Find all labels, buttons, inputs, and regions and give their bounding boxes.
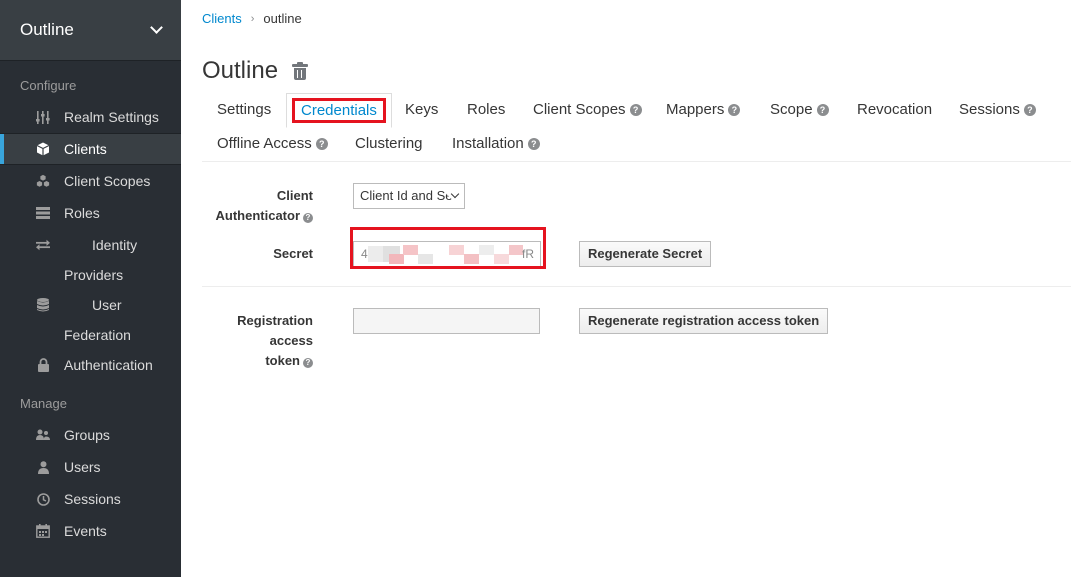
breadcrumb: Clients › outline — [202, 11, 302, 26]
help-icon[interactable]: ? — [527, 138, 540, 150]
clock-icon — [36, 492, 50, 506]
sidebar-item-client-scopes[interactable]: Client Scopes — [0, 165, 181, 197]
help-icon[interactable]: ? — [728, 104, 741, 116]
sidebar-item-users[interactable]: Users — [0, 451, 181, 483]
sliders-icon — [36, 110, 50, 124]
sidebar-item-sessions[interactable]: Sessions — [0, 483, 181, 515]
sidebar-item-label: Client Scopes — [64, 173, 151, 189]
sidebar-item-events[interactable]: Events — [0, 515, 181, 547]
chevron-down-icon — [150, 21, 163, 34]
sidebar-item-label: Authentication — [64, 357, 153, 373]
divider — [202, 286, 1071, 287]
realm-selector[interactable]: Outline — [0, 0, 181, 61]
tab-offline-access[interactable]: Offline Access? — [202, 127, 343, 161]
calendar-icon — [36, 524, 50, 538]
page-title: Outline — [202, 57, 279, 84]
help-icon[interactable]: ? — [303, 358, 313, 368]
help-icon[interactable]: ? — [1023, 104, 1036, 116]
regenerate-token-button[interactable]: Regenerate registration access token — [579, 308, 829, 334]
secret-label: Secret — [273, 246, 313, 261]
help-icon[interactable]: ? — [315, 138, 328, 150]
sidebar: Outline Configure Realm Settings Clients… — [0, 0, 181, 577]
tab-bar: Settings Credentials Keys Roles Client S… — [202, 93, 1071, 162]
title-row: Outline — [202, 57, 309, 85]
sidebar-item-realm-settings[interactable]: Realm Settings — [0, 101, 181, 133]
user-icon — [36, 460, 50, 474]
sidebar-item-authentication[interactable]: Authentication — [0, 349, 181, 381]
section-configure: Configure — [20, 78, 77, 93]
help-icon[interactable]: ? — [816, 104, 829, 116]
tab-clustering[interactable]: Clustering — [340, 127, 438, 161]
sidebar-item-roles[interactable]: Roles — [0, 197, 181, 229]
section-manage: Manage — [20, 396, 67, 411]
tab-installation[interactable]: Installation? — [437, 127, 555, 161]
lock-icon — [36, 358, 50, 372]
help-icon[interactable]: ? — [303, 213, 313, 223]
cube-icon — [36, 142, 50, 156]
breadcrumb-current: outline — [263, 11, 302, 26]
cubes-icon — [36, 174, 50, 188]
tab-mappers[interactable]: Mappers? — [651, 93, 755, 127]
client-authenticator-label: Client Authenticator? — [215, 188, 313, 223]
list-icon — [36, 206, 50, 220]
database-icon — [36, 298, 50, 312]
chevron-right-icon: › — [250, 12, 255, 25]
tab-keys[interactable]: Keys — [390, 93, 453, 127]
registration-token-field[interactable] — [353, 308, 540, 334]
help-icon[interactable]: ? — [629, 104, 642, 116]
regenerate-secret-button[interactable]: Regenerate Secret — [579, 241, 712, 267]
sidebar-item-identity-providers[interactable]: Identity Providers — [0, 229, 181, 289]
trash-icon[interactable] — [292, 62, 309, 80]
users-icon — [36, 428, 50, 442]
client-authenticator-select[interactable]: Client Id and Se — [353, 183, 465, 209]
tab-settings[interactable]: Settings — [202, 93, 286, 127]
highlight-box — [350, 227, 546, 269]
registration-token-label: Registration access token? — [237, 313, 313, 368]
sidebar-item-label: Realm Settings — [64, 109, 159, 125]
tab-client-scopes[interactable]: Client Scopes? — [518, 93, 657, 127]
sidebar-item-clients[interactable]: Clients — [0, 133, 181, 165]
tab-revocation[interactable]: Revocation — [842, 93, 947, 127]
main-content: Clients › outline Outline Settings Crede… — [181, 0, 1090, 577]
sidebar-item-label: Identity Providers — [64, 237, 138, 283]
exchange-icon — [36, 238, 50, 252]
breadcrumb-clients-link[interactable]: Clients — [202, 11, 242, 26]
tab-scope[interactable]: Scope? — [755, 93, 844, 127]
sidebar-item-groups[interactable]: Groups — [0, 419, 181, 451]
realm-name: Outline — [20, 20, 74, 39]
tab-roles[interactable]: Roles — [452, 93, 520, 127]
sidebar-item-user-federation[interactable]: User Federation — [0, 289, 181, 349]
tab-sessions[interactable]: Sessions? — [944, 93, 1051, 127]
tab-credentials[interactable]: Credentials — [286, 93, 392, 128]
sidebar-item-label: User Federation — [64, 297, 131, 343]
